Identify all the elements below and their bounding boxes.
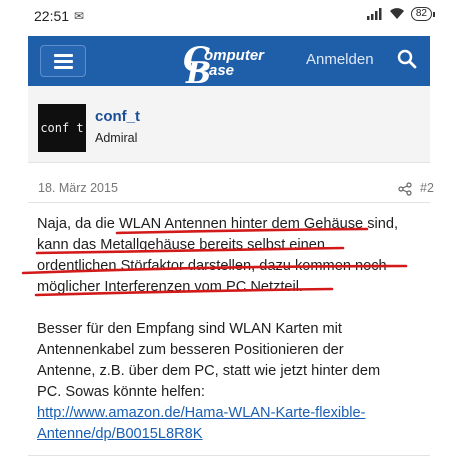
paragraph-2-line-1: Besser für den Empfang sind WLAN Karten … <box>37 321 342 337</box>
divider <box>28 202 430 203</box>
paragraph-2-line-2: Antennenkabel zum besseren Positionieren… <box>37 342 344 358</box>
signal-icon <box>366 8 382 20</box>
highlighted-phrase: WLAN Antennen hinter dem Gehäuse <box>118 216 364 232</box>
wifi-icon <box>389 8 404 19</box>
post-number-link[interactable]: #2 <box>420 181 434 195</box>
share-icon[interactable] <box>398 182 412 196</box>
post-paragraph-1: Naja, da die WLAN Antennen hinter dem Ge… <box>37 214 432 298</box>
top-navigation-bar: C omputer B ase Anmelden <box>28 36 430 89</box>
mail-icon: ✉ <box>74 9 85 23</box>
search-icon[interactable] <box>396 48 418 70</box>
computerbase-logo[interactable]: C omputer B ase <box>183 43 273 89</box>
divider-bottom <box>28 455 430 456</box>
paragraph-2-line-4: PC. Sowas könnte helfen: <box>37 384 205 400</box>
paragraph-1-line-4: möglicher Interferenzen vom PC Netzteil. <box>37 279 304 295</box>
paragraph-1-line-2: kann das Metallgehäuse bereits selbst ei… <box>37 237 326 253</box>
paragraph-1-line-1: Naja, da die WLAN Antennen hinter dem Ge… <box>37 216 399 232</box>
amazon-link-line-2[interactable]: Antenne/dp/B0015L8R8K <box>37 424 432 445</box>
status-time: 22:51 <box>34 8 70 24</box>
post-date[interactable]: 18. März 2015 <box>38 181 118 195</box>
post-author-area <box>28 86 430 163</box>
amazon-link-line-1[interactable]: http://www.amazon.de/Hama-WLAN-Karte-fle… <box>37 403 432 424</box>
status-icons: 82 <box>366 7 436 21</box>
username-link[interactable]: conf_t <box>95 108 140 125</box>
user-rank: Admiral <box>95 131 138 145</box>
status-bar: 22:51 ✉ 82 <box>0 0 460 30</box>
login-link[interactable]: Anmelden <box>306 51 374 68</box>
paragraph-2-line-3: Antenne, z.B. über dem PC, statt wie jet… <box>37 363 381 379</box>
logo-letter-b: B <box>186 56 212 91</box>
hamburger-menu-button[interactable] <box>40 45 86 77</box>
avatar[interactable]: conf t <box>38 104 86 152</box>
logo-text-bottom: ase <box>209 62 235 79</box>
battery-icon: 82 <box>410 7 436 21</box>
paragraph-1-line-3: ordentlichen Störfaktor darstellen, dazu… <box>37 258 387 274</box>
post-paragraph-2: Besser für den Empfang sind WLAN Karten … <box>37 319 432 445</box>
